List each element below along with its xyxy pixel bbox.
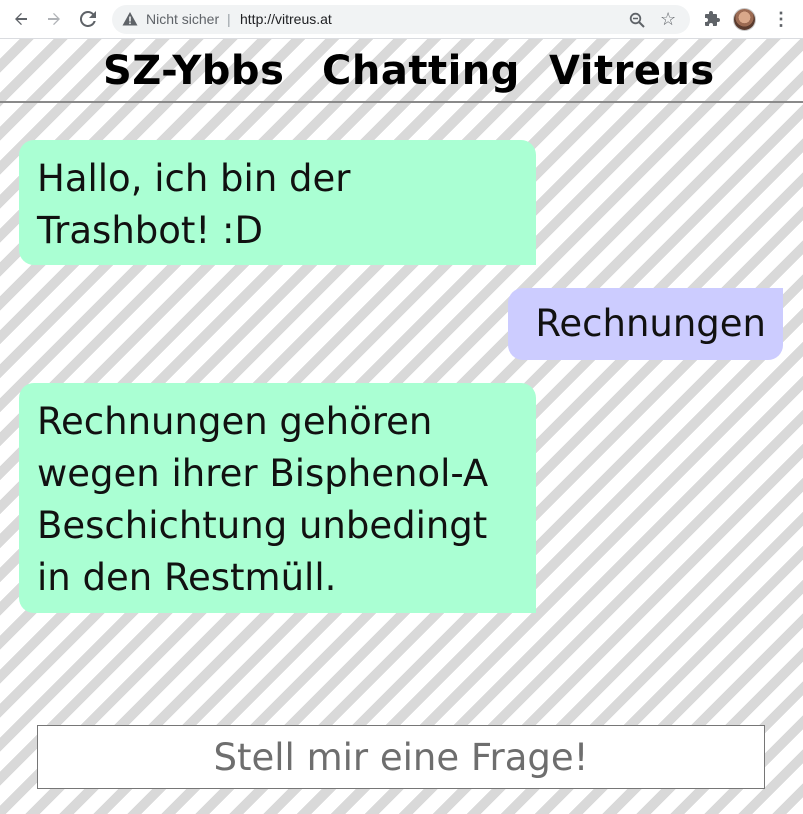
page-header: SZ-Ybbs Chatting Vitreus [0,39,803,103]
reload-icon [80,11,96,27]
url-text[interactable]: http://vitreus.at [240,11,332,28]
extensions-puzzle-icon[interactable] [703,10,721,28]
forward-arrow-icon [48,13,60,25]
user-message: Rechnungen [508,288,783,360]
back-arrow-icon [15,13,27,25]
reload-icon[interactable] [77,8,99,30]
chat-page: SZ-Ybbs Chatting Vitreus Hallo, ich bin … [0,39,803,814]
bot-message: Hallo, ich bin der Trashbot! :D [19,140,536,265]
header-title-chatting: Chatting [322,48,520,94]
header-title-vitreus: Vitreus [549,48,715,94]
zoom-icon[interactable] [629,12,645,28]
bot-message: Rechnungen gehören wegen ihrer Bisphenol… [19,383,536,613]
address-bar[interactable]: Nicht sicher | http://vitreus.at ☆ [112,5,690,34]
warning-icon [122,12,138,26]
question-input[interactable] [37,725,765,789]
back-arrow-icon[interactable] [10,8,32,30]
url-separator: | [227,11,231,27]
menu-dots-icon[interactable]: ⋮ [772,9,790,29]
bookmark-star-icon[interactable]: ☆ [660,8,676,30]
security-label[interactable]: Nicht sicher [146,11,219,28]
header-title-school: SZ-Ybbs [103,48,285,94]
browser-toolbar: Nicht sicher | http://vitreus.at ☆ ⋮ [0,0,803,39]
profile-avatar[interactable] [733,8,756,31]
forward-arrow-icon[interactable] [43,8,65,30]
